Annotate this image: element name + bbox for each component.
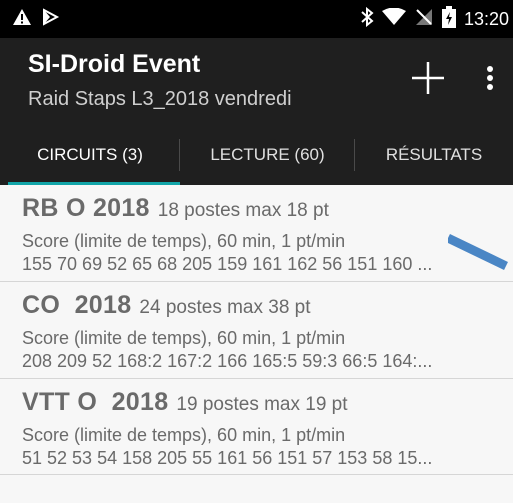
- circuit-name: RB O 2018: [22, 194, 150, 222]
- tab-circuits-label: CIRCUITS (3): [37, 145, 143, 164]
- status-left: [12, 7, 60, 31]
- circuit-name: CO 2018: [22, 291, 132, 319]
- tab-bar: CIRCUITS (3) LECTURE (60) RÉSULTATS: [0, 125, 513, 185]
- circuit-header: VTT O 2018 19 postes max 19 pt: [22, 388, 348, 417]
- tab-circuits[interactable]: CIRCUITS (3): [0, 125, 180, 185]
- circuit-controls: 155 70 69 52 65 68 205 159 161 162 56 15…: [22, 254, 433, 274]
- tab-resultats[interactable]: RÉSULTATS: [355, 125, 513, 185]
- add-icon: [412, 62, 444, 94]
- circuit-controls: 51 52 53 54 158 205 55 161 56 151 57 153…: [22, 448, 433, 468]
- status-bar: 13:20: [0, 0, 513, 38]
- circuit-name: VTT O 2018: [22, 388, 169, 416]
- circuit-list: RB O 2018 18 postes max 18 pt Score (limi…: [0, 185, 513, 475]
- tab-lecture-label: LECTURE (60): [210, 145, 325, 164]
- circuit-rules: Score (limite de temps), 60 min, 1 pt/mi…: [22, 328, 346, 348]
- annotation-arrow: [448, 233, 508, 271]
- play-icon: [40, 7, 60, 31]
- bluetooth-icon: [360, 6, 374, 32]
- add-button[interactable]: [406, 56, 450, 100]
- circuit-summary: 19 postes max 19 pt: [176, 394, 348, 415]
- circuit-item[interactable]: CO 2018 24 postes max 38 pt Score (limite…: [0, 282, 513, 379]
- event-subtitle: Raid Staps L3_2018 vendredi: [28, 88, 292, 110]
- circuit-controls: 208 209 52 168:2 167:2 166 165:5 59:3 66…: [22, 351, 433, 371]
- no-signal-icon: [414, 7, 434, 32]
- overflow-menu-button[interactable]: [478, 56, 502, 100]
- circuit-summary: 24 postes max 38 pt: [139, 297, 311, 318]
- battery-charging-icon: [441, 5, 456, 33]
- wifi-icon: [381, 7, 406, 31]
- more-vert-icon: [487, 66, 493, 90]
- clock: 13:20: [463, 8, 509, 29]
- warning-icon: [12, 8, 32, 31]
- circuit-header: CO 2018 24 postes max 38 pt: [22, 291, 311, 320]
- circuit-item[interactable]: VTT O 2018 19 postes max 19 pt Score (lim…: [0, 379, 513, 475]
- circuit-rules: Score (limite de temps), 60 min, 1 pt/mi…: [22, 425, 346, 445]
- circuit-rules: Score (limite de temps), 60 min, 1 pt/mi…: [22, 231, 346, 251]
- circuit-header: RB O 2018 18 postes max 18 pt: [22, 194, 329, 223]
- circuit-summary: 18 postes max 18 pt: [157, 200, 329, 221]
- app-bar: SI-Droid Event Raid Staps L3_2018 vendre…: [0, 38, 513, 125]
- tab-lecture[interactable]: LECTURE (60): [180, 125, 355, 185]
- tab-resultats-label: RÉSULTATS: [385, 145, 483, 164]
- status-right: 13:20: [360, 5, 509, 33]
- app-title: SI-Droid Event: [28, 50, 201, 78]
- circuit-item[interactable]: RB O 2018 18 postes max 18 pt Score (limi…: [0, 185, 513, 282]
